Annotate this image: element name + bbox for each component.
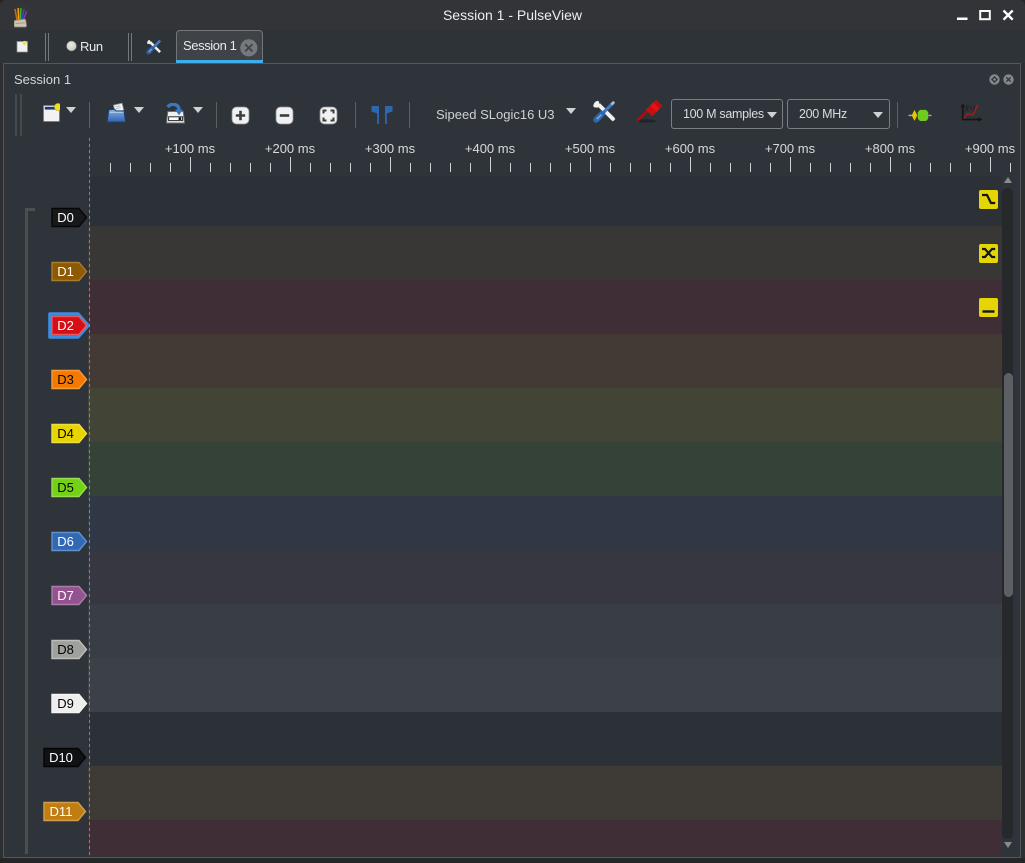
svg-text:D9: D9 bbox=[57, 696, 74, 711]
svg-text:f(x): f(x) bbox=[965, 104, 975, 112]
svg-text:D4: D4 bbox=[57, 426, 74, 441]
svg-text:D7: D7 bbox=[57, 588, 74, 603]
svg-text:D2: D2 bbox=[57, 318, 74, 333]
svg-text:D11: D11 bbox=[50, 804, 73, 819]
svg-text:D5: D5 bbox=[57, 480, 74, 495]
svg-text:D1: D1 bbox=[57, 264, 74, 279]
svg-text:D0: D0 bbox=[57, 210, 74, 225]
svg-text:D3: D3 bbox=[57, 372, 74, 387]
svg-text:D10: D10 bbox=[49, 750, 73, 765]
svg-text:D6: D6 bbox=[57, 534, 74, 549]
svg-text:D8: D8 bbox=[57, 642, 74, 657]
